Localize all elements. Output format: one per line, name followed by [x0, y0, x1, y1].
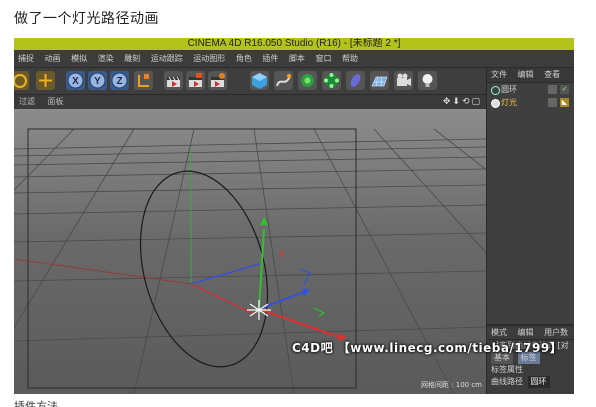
menu-item[interactable]: 渲染: [94, 50, 118, 67]
attribute-manager-tabs: 模式 编辑 用户数: [487, 326, 574, 340]
viewport-header: 过滤 面板 ✥⬇⟲▢: [14, 95, 486, 109]
object-row-circle[interactable]: 圆环 ✓: [487, 83, 574, 96]
attribute-manager: 模式 编辑 用户数 对齐到曲线表达式 [对 基本 标签 标签属性 曲线路径 圆环: [487, 324, 574, 394]
viewport-menu-filter[interactable]: 过滤: [14, 95, 40, 109]
spline-pen-icon[interactable]: [274, 71, 293, 90]
render-view-icon[interactable]: [164, 71, 183, 90]
render-settings-icon[interactable]: [208, 71, 227, 90]
post-bottom-text: 插件方法: [14, 400, 58, 407]
subdivision-nurbs-icon[interactable]: [298, 71, 317, 90]
tab-mode[interactable]: 模式: [487, 326, 511, 339]
main-toolbar: X Y Z: [14, 68, 486, 95]
tab-view[interactable]: 查看: [540, 68, 564, 82]
coordinate-system-icon[interactable]: [134, 71, 153, 90]
field-label: 曲线路径: [491, 377, 523, 386]
object-manager-tabs: 文件 编辑 查看: [487, 68, 574, 83]
tab-edit[interactable]: 编辑: [514, 68, 538, 82]
object-row-light[interactable]: 灯光 ◣: [487, 96, 574, 109]
menu-item[interactable]: 插件: [258, 50, 282, 67]
post-title: 做了一个灯光路径动画: [14, 11, 159, 27]
tab-file[interactable]: 文件: [487, 68, 511, 82]
menu-item[interactable]: 雕刻: [120, 50, 144, 67]
menu-item[interactable]: 动画: [41, 50, 65, 67]
menu-item[interactable]: 捕捉: [14, 50, 38, 67]
svg-text:Y: Y: [94, 76, 101, 87]
array-generator-icon[interactable]: [322, 71, 341, 90]
circle-spline-icon: [491, 86, 500, 95]
menu-item[interactable]: 运动图形: [189, 50, 229, 67]
window-title: CINEMA 4D R16.050 Studio (R16) - [未标题 2 …: [14, 38, 574, 50]
menu-item[interactable]: 模拟: [67, 50, 91, 67]
align-to-spline-tag-icon[interactable]: ◣: [560, 98, 569, 107]
tab-edit[interactable]: 编辑: [514, 326, 538, 339]
svg-text:Z: Z: [116, 76, 122, 87]
spline-path-field[interactable]: 圆环: [527, 376, 550, 388]
light-icon[interactable]: [418, 71, 437, 90]
visibility-toggle[interactable]: [548, 85, 557, 94]
y-axis-lock-icon[interactable]: Y: [88, 71, 107, 90]
enable-check-icon[interactable]: ✓: [560, 85, 569, 94]
render-picture-queue-icon[interactable]: [186, 71, 205, 90]
deformer-icon[interactable]: [346, 71, 365, 90]
section-heading: 标签属性: [491, 365, 523, 374]
x-axis-lock-icon[interactable]: X: [66, 71, 85, 90]
viewport-menu-panel[interactable]: 面板: [43, 95, 69, 109]
move-tool-icon[interactable]: [36, 71, 55, 90]
tab-user-data[interactable]: 用户数: [540, 326, 572, 339]
cube-primitive-icon[interactable]: [250, 71, 269, 90]
rotate-tool-icon[interactable]: [14, 71, 29, 90]
cinema4d-window: CINEMA 4D R16.050 Studio (R16) - [未标题 2 …: [14, 38, 574, 394]
z-axis-lock-icon[interactable]: Z: [110, 71, 129, 90]
floor-environment-icon[interactable]: [370, 71, 389, 90]
menu-item[interactable]: 运动跟踪: [147, 50, 187, 67]
menu-item[interactable]: 角色: [232, 50, 256, 67]
menu-bar: 捕捉 动画 模拟 渲染 雕刻 运动跟踪 运动图形 角色 插件 脚本 窗口 帮助: [14, 50, 574, 68]
menu-item[interactable]: 脚本: [285, 50, 309, 67]
menu-item[interactable]: 窗口: [311, 50, 335, 67]
watermark: C4D吧 【www.linecg.com/tieba/1799】: [292, 341, 563, 355]
light-object-icon: [491, 99, 500, 108]
camera-icon[interactable]: [394, 71, 413, 90]
viewport-nav-controls[interactable]: ✥⬇⟲▢: [443, 95, 482, 109]
menu-item[interactable]: 帮助: [338, 50, 362, 67]
grid-spacing-label: 网格间距 : 100 cm: [420, 381, 482, 389]
visibility-toggle[interactable]: [548, 98, 557, 107]
svg-text:X: X: [72, 76, 79, 87]
